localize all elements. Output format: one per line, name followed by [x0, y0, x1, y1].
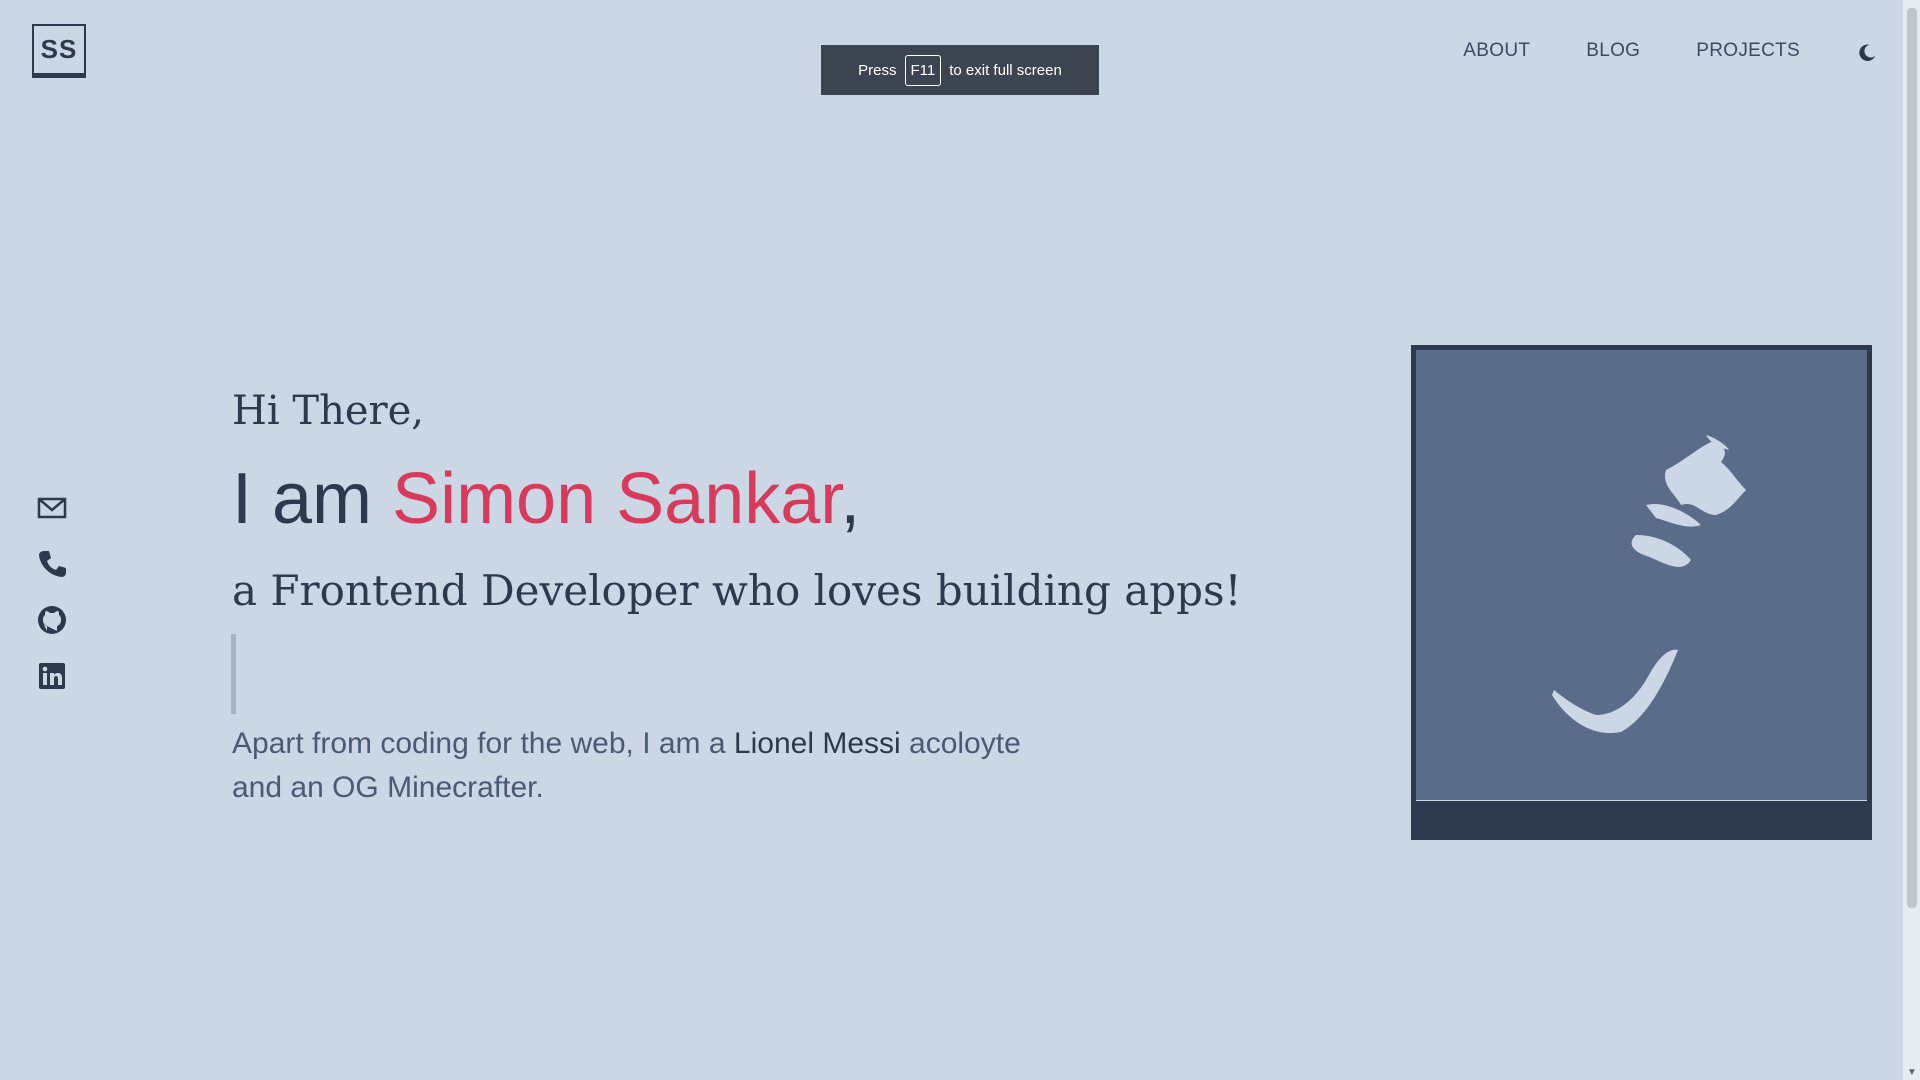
profile-photo-frame — [1411, 345, 1872, 840]
social-links — [36, 492, 68, 716]
github-icon[interactable] — [36, 604, 68, 636]
intro-name: Simon Sankar — [392, 459, 841, 539]
greeting: Hi There, — [232, 388, 425, 434]
site-logo[interactable]: SS — [32, 24, 86, 78]
toast-key: F11 — [904, 54, 942, 86]
mail-icon[interactable] — [36, 492, 68, 524]
nav-blog[interactable]: BLOG — [1586, 40, 1640, 62]
profile-illustration — [1552, 435, 1746, 734]
main-nav: ABOUT BLOG PROJECTS — [1463, 40, 1800, 62]
linkedin-icon[interactable] — [36, 660, 68, 692]
nav-about[interactable]: ABOUT — [1463, 40, 1530, 62]
scroll-down-icon[interactable]: ▼ — [1907, 1067, 1917, 1078]
intro-suffix: , — [840, 459, 861, 539]
scrollbar-thumb[interactable] — [1907, 8, 1917, 908]
nav-projects[interactable]: PROJECTS — [1696, 40, 1800, 62]
moon-icon[interactable] — [1856, 42, 1878, 64]
page-scrollbar[interactable]: ▼ — [1903, 0, 1920, 1080]
intro-line: I am Simon Sankar, — [232, 458, 860, 540]
toast-suffix: to exit full screen — [949, 61, 1062, 79]
phone-icon[interactable] — [36, 548, 68, 580]
intro-prefix: I am — [232, 459, 373, 539]
toast-prefix: Press — [858, 61, 897, 79]
role-tagline: a Frontend Developer who loves building … — [232, 566, 1242, 615]
fullscreen-toast: Press F11 to exit full screen — [821, 45, 1099, 95]
bio-text: Apart from coding for the web, I am a Li… — [232, 722, 1032, 810]
profile-photo — [1416, 350, 1867, 801]
bio-before: Apart from coding for the web, I am a — [232, 727, 726, 760]
quote-bar — [231, 634, 236, 714]
bio-highlight: Lionel Messi — [733, 727, 901, 760]
